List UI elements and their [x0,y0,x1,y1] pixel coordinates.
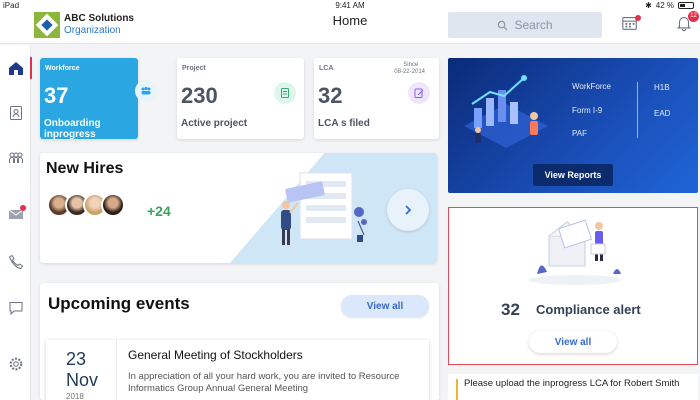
event-item[interactable]: 23 Nov 2018 General Meeting of Stockhold… [46,340,429,400]
notification-count: 12 [688,11,699,22]
sidebar-item-home[interactable] [0,53,32,83]
event-year: 2018 [66,392,84,400]
event-name: General Meeting of Stockholders [128,348,303,362]
event-day: 23 [66,349,87,369]
report-link-form-i9[interactable]: Form I-9 [572,106,602,115]
sidebar-item-calls[interactable] [0,247,31,277]
stat-value: 37 [44,83,69,108]
battery-icon [678,2,694,9]
new-hires-next-button[interactable] [387,189,429,231]
compliance-alert-card[interactable]: 32 Compliance alert View all [448,207,698,365]
notifications-button[interactable]: 12 [675,11,699,34]
compliance-count: 32 [501,300,520,319]
compliance-view-all-button[interactable]: View all [529,331,617,353]
sidebar-item-team[interactable] [0,143,31,173]
messages-badge [20,205,26,211]
compliance-illustration [529,219,621,285]
report-divider [637,82,638,138]
stat-description: LCA s filed [318,118,370,129]
stat-label: LCA [319,65,334,72]
lca-card[interactable]: LCA Since 08-22-2014 32 LCA s filed [314,58,439,139]
stat-description: Active project [181,118,248,129]
new-hires-count: +24 [147,203,171,219]
since-label: Since [403,62,419,68]
chat-icon [9,302,22,316]
search-icon [498,20,508,31]
event-month: Nov [66,370,99,390]
report-link-workforce[interactable]: WorkForce [572,82,611,91]
project-card[interactable]: Project 230 Active project [177,58,304,139]
status-bar: iPad 9:41 AM ✱ 42 % [0,0,700,10]
battery-percent: 42 % [655,1,674,10]
home-icon [8,62,23,75]
reports-banner: WorkForce Form I-9 PAF H1B EAD View Repo… [448,58,698,193]
new-hires-illustration [281,172,367,245]
report-link-h1b[interactable]: H1B [654,83,670,92]
stat-description: Onboarding inprogress [44,118,101,140]
sidebar [0,45,32,400]
since-block: Since 08-22-2014 [394,62,425,76]
team-icon [8,152,23,163]
avatar [101,193,125,217]
view-reports-button[interactable]: View Reports [533,164,613,186]
phone-icon [8,254,23,270]
event-description: In appreciation of all your hard work, y… [128,371,400,394]
stat-value: 230 [181,83,218,108]
sidebar-item-messages[interactable] [0,199,31,229]
task-item[interactable]: Please upload the inprogress LCA for Rob… [448,374,698,400]
upcoming-events-card: Upcoming events View all 23 Nov 2018 Gen… [40,283,439,400]
event-date: 23 Nov [66,349,98,391]
bluetooth-icon: ✱ [645,1,652,10]
sidebar-item-contacts[interactable] [0,98,31,128]
status-time: 9:41 AM [335,1,365,10]
avatar-group [47,193,125,217]
lca-icon [408,82,430,104]
project-icon [274,82,296,104]
gear-icon [9,357,22,371]
chevron-right-icon [405,205,412,215]
stat-value: 32 [318,83,343,108]
event-divider [116,340,117,400]
search-placeholder: Search [514,18,553,32]
compliance-label: Compliance alert [536,302,641,317]
since-date: 08-22-2014 [394,69,425,75]
status-right: ✱ 42 % [645,1,694,10]
new-hires-title: New Hires [46,160,124,177]
sidebar-item-chat[interactable] [0,293,31,323]
stat-label: Workforce [45,65,80,72]
reports-illustration [464,75,548,148]
calendar-badge [635,15,641,21]
task-priority-bar [456,379,458,400]
stat-label: Project [182,65,206,72]
contacts-icon [9,106,22,120]
events-view-all-button[interactable]: View all [341,295,429,317]
workforce-icon [135,80,157,102]
report-link-paf[interactable]: PAF [572,129,587,138]
search-input[interactable]: Search [448,12,602,38]
task-text: Please upload the inprogress LCA for Rob… [464,378,680,389]
new-hires-card[interactable]: New Hires +24 [40,153,437,263]
workforce-card[interactable]: Workforce 37 Onboarding inprogress [40,58,157,140]
report-link-ead[interactable]: EAD [654,109,670,118]
sidebar-item-settings[interactable] [0,349,31,379]
events-title: Upcoming events [48,294,190,313]
calendar-button[interactable] [621,14,641,34]
app-header: ABC Solutions Organization Home Search 1… [0,10,700,44]
